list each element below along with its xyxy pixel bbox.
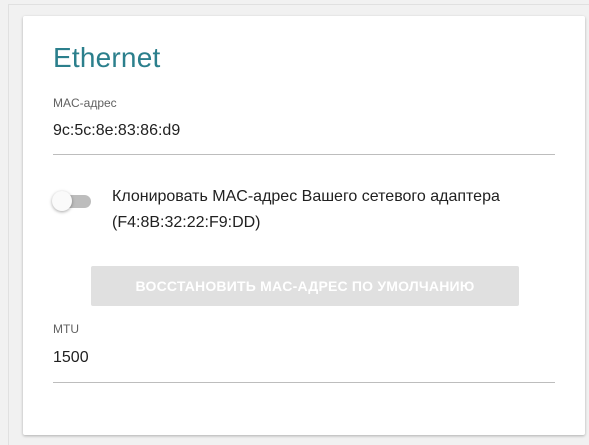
mtu-underline: [53, 382, 555, 383]
mac-address-field[interactable]: 9c:5c:8e:83:86:d9: [53, 120, 180, 142]
clone-mac-toggle[interactable]: [51, 189, 95, 213]
toggle-thumb: [52, 191, 72, 211]
ethernet-settings-card: Ethernet MAC-адрес 9c:5c:8e:83:86:d9 Кло…: [23, 16, 585, 435]
card-title: Ethernet: [53, 42, 161, 73]
mac-address-underline: [53, 154, 555, 155]
mtu-field[interactable]: 1500: [53, 347, 89, 369]
mac-address-label: MAC-адрес: [53, 96, 117, 110]
clone-mac-label[interactable]: Клонировать MAC-адрес Вашего сетевого ад…: [112, 184, 532, 236]
mtu-label: MTU: [53, 322, 79, 336]
restore-default-mac-button[interactable]: ВОССТАНОВИТЬ MAC-АДРЕС ПО УМОЛЧАНИЮ: [91, 266, 519, 306]
